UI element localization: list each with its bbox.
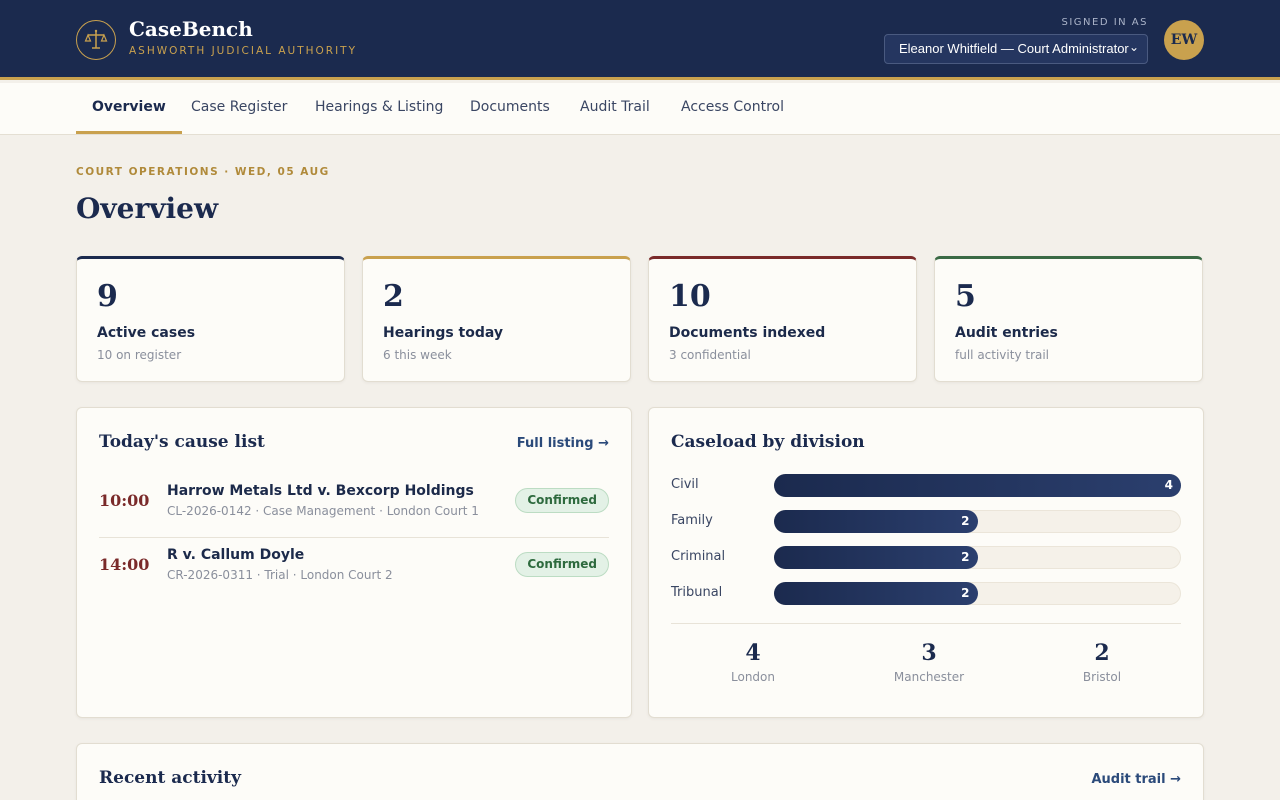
bar-fill (774, 582, 978, 605)
stat-value: 5 (955, 279, 976, 314)
hearing-time: 10:00 (99, 491, 150, 510)
app-header: CaseBench ASHWORTH JUDICIAL AUTHORITY SI… (0, 0, 1280, 80)
stat-value: 9 (97, 279, 118, 314)
hearing-meta: CR-2026-0311 · Trial · London Court 2 (167, 568, 393, 582)
cause-list-title: Today's cause list (99, 432, 265, 452)
location-count: 4 (745, 640, 761, 666)
bar-value: 2 (961, 550, 970, 564)
stat-label: Audit entries (955, 325, 1058, 341)
location-count: 2 (1094, 640, 1110, 666)
status-badge: Confirmed (515, 488, 609, 513)
full-listing-link[interactable]: Full listing → (517, 436, 609, 451)
division-label: Family (671, 513, 713, 528)
stat-subtext: full activity trail (955, 348, 1050, 362)
stat-subtext: 6 this week (383, 348, 452, 362)
hearing-meta: CL-2026-0142 · Case Management · London … (167, 504, 479, 518)
signed-in-label: SIGNED IN AS (1061, 17, 1148, 28)
bar-value: 4 (1164, 478, 1173, 492)
audit-trail-link[interactable]: Audit trail → (1091, 772, 1181, 787)
location-stat-london: 4 London (693, 640, 813, 684)
user-role-select[interactable]: Eleanor Whitfield — Court Administrator … (884, 34, 1148, 64)
division-label: Tribunal (671, 585, 723, 600)
stat-label: Active cases (97, 325, 196, 341)
hearing-row[interactable]: 14:00 R v. Callum Doyle CR-2026-0311 · T… (99, 537, 609, 601)
tab-access-control[interactable]: Access Control (665, 83, 800, 134)
tab-overview[interactable]: Overview (76, 83, 182, 134)
section-divider (671, 623, 1181, 624)
bar-value: 2 (961, 586, 970, 600)
app-title: CaseBench (129, 17, 253, 41)
location-name: London (731, 670, 775, 684)
stat-subtext: 10 on register (97, 348, 182, 362)
status-badge: Confirmed (515, 552, 609, 577)
division-bar-criminal: Criminal 2 (671, 546, 1181, 570)
division-label: Criminal (671, 549, 726, 564)
hearing-case-name: R v. Callum Doyle (167, 547, 305, 563)
chevron-down-icon: ⌄ (1128, 40, 1139, 54)
hearing-time: 14:00 (99, 555, 150, 574)
stat-card-active-cases[interactable]: 9 Active cases 10 on register (76, 256, 345, 382)
stat-label: Documents indexed (669, 325, 826, 341)
recent-activity-panel: Recent activity Audit trail → (76, 743, 1204, 800)
page-title: Overview (76, 192, 219, 225)
tab-documents[interactable]: Documents (454, 83, 566, 134)
stat-subtext: 3 confidential (669, 348, 751, 362)
cause-list-panel: Today's cause list Full listing → 10:00 … (76, 407, 632, 718)
recent-activity-title: Recent activity (99, 768, 241, 788)
scales-of-justice-icon (76, 20, 116, 60)
location-name: Manchester (893, 670, 965, 684)
bar-fill (774, 510, 978, 533)
bar-fill (774, 546, 978, 569)
stat-card-documents-indexed[interactable]: 10 Documents indexed 3 confidential (648, 256, 917, 382)
user-role-value: Eleanor Whitfield — Court Administrator (899, 41, 1129, 56)
stat-label: Hearings today (383, 325, 504, 341)
page-eyebrow: COURT OPERATIONS · WED, 05 AUG (76, 166, 330, 178)
hearing-case-name: Harrow Metals Ltd v. Bexcorp Holdings (167, 483, 474, 499)
bar-value: 2 (961, 514, 970, 528)
location-count: 3 (921, 640, 937, 666)
stat-value: 10 (669, 279, 711, 314)
tab-audit-trail[interactable]: Audit Trail (564, 83, 666, 134)
hearing-row[interactable]: 10:00 Harrow Metals Ltd v. Bexcorp Holdi… (99, 473, 609, 537)
bar-fill (774, 474, 1181, 497)
division-bar-family: Family 2 (671, 510, 1181, 534)
division-bar-tribunal: Tribunal 2 (671, 582, 1181, 606)
location-name: Bristol (1082, 670, 1122, 684)
stat-card-audit-entries[interactable]: 5 Audit entries full activity trail (934, 256, 1203, 382)
tab-case-register[interactable]: Case Register (175, 83, 303, 134)
stat-value: 2 (383, 279, 404, 314)
avatar[interactable]: EW (1164, 20, 1204, 60)
location-stat-manchester: 3 Manchester (869, 640, 989, 684)
main-nav: Overview Case Register Hearings & Listin… (0, 83, 1280, 135)
app-subtitle: ASHWORTH JUDICIAL AUTHORITY (129, 45, 357, 57)
caseload-title: Caseload by division (671, 432, 865, 452)
stat-card-hearings-today[interactable]: 2 Hearings today 6 this week (362, 256, 631, 382)
tab-hearings-listing[interactable]: Hearings & Listing (299, 83, 459, 134)
location-stat-bristol: 2 Bristol (1042, 640, 1162, 684)
division-label: Civil (671, 477, 699, 492)
division-bar-civil: Civil 4 (671, 474, 1181, 498)
